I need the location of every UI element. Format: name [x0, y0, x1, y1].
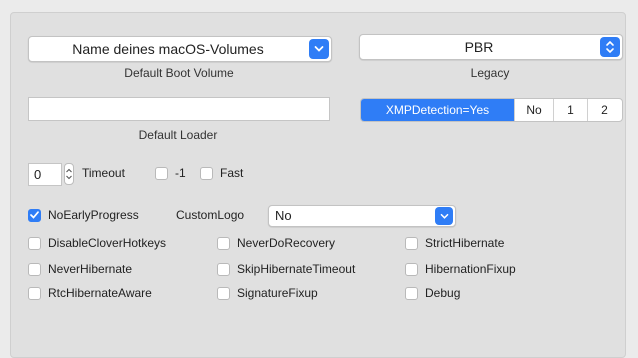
disable-clover-hotkeys-label: DisableCloverHotkeys	[48, 236, 167, 250]
signature-fixup-label: SignatureFixup	[237, 286, 318, 300]
strict-hibernate-checkbox[interactable]: StrictHibernate	[405, 236, 504, 250]
custom-logo-label: CustomLogo	[176, 208, 245, 222]
skip-hibernate-timeout-label: SkipHibernateTimeout	[237, 262, 356, 276]
checkbox-box	[28, 262, 41, 276]
custom-logo-popup[interactable]: No	[268, 205, 456, 227]
legacy-value: PBR	[464, 39, 494, 55]
chevron-down-icon	[435, 207, 453, 225]
timeout-fast-label: Fast	[220, 166, 244, 180]
checkbox-box	[405, 286, 418, 300]
timeout-field[interactable]: 0	[28, 163, 62, 186]
default-loader-caption: Default Loader	[138, 128, 218, 142]
default-loader-field[interactable]	[28, 97, 330, 121]
timeout-label: Timeout	[82, 166, 125, 180]
never-hibernate-label: NeverHibernate	[48, 262, 133, 276]
never-do-recovery-label: NeverDoRecovery	[237, 236, 336, 250]
checkbox-box	[155, 166, 168, 180]
default-boot-volume-popup[interactable]: Name deines macOS-Volumes	[28, 36, 332, 62]
legacy-popup[interactable]: PBR	[359, 34, 623, 60]
never-do-recovery-checkbox[interactable]: NeverDoRecovery	[217, 236, 335, 250]
timeout-minus-one-label: -1	[175, 166, 186, 180]
checkbox-box	[28, 236, 41, 250]
checkbox-box	[217, 236, 230, 250]
boot-settings-panel	[10, 12, 626, 358]
xmp-segment-1[interactable]: 1	[553, 99, 587, 121]
timeout-stepper[interactable]	[64, 163, 74, 185]
signature-fixup-checkbox[interactable]: SignatureFixup	[217, 286, 318, 300]
skip-hibernate-timeout-checkbox[interactable]: SkipHibernateTimeout	[217, 262, 355, 276]
xmp-segment-yes[interactable]: XMPDetection=Yes	[361, 99, 514, 121]
chevron-updown-icon	[66, 168, 72, 180]
checkbox-box	[405, 262, 418, 276]
timeout-minus-one-checkbox[interactable]: -1	[155, 166, 186, 180]
checkbox-box	[28, 286, 41, 300]
xmp-detection-segmented-control: XMPDetection=Yes No 1 2	[360, 98, 623, 122]
no-early-progress-checkbox[interactable]: NoEarlyProgress	[28, 208, 139, 222]
chevron-updown-icon	[600, 37, 620, 57]
debug-label: Debug	[425, 286, 461, 300]
rtc-hibernate-aware-label: RtcHibernateAware	[48, 286, 152, 300]
never-hibernate-checkbox[interactable]: NeverHibernate	[28, 262, 132, 276]
xmp-segment-2[interactable]: 2	[587, 99, 621, 121]
checkmark-icon	[28, 208, 41, 222]
xmp-segment-no[interactable]: No	[514, 99, 553, 121]
legacy-caption: Legacy	[470, 66, 510, 80]
default-boot-volume-caption: Default Boot Volume	[124, 66, 234, 80]
disable-clover-hotkeys-checkbox[interactable]: DisableCloverHotkeys	[28, 236, 166, 250]
checkbox-box	[405, 236, 418, 250]
timeout-fast-checkbox[interactable]: Fast	[200, 166, 243, 180]
default-boot-volume-value: Name deines macOS-Volumes	[72, 41, 264, 57]
debug-checkbox[interactable]: Debug	[405, 286, 460, 300]
no-early-progress-label: NoEarlyProgress	[48, 208, 139, 222]
rtc-hibernate-aware-checkbox[interactable]: RtcHibernateAware	[28, 286, 152, 300]
hibernation-fixup-label: HibernationFixup	[425, 262, 516, 276]
chevron-down-icon	[309, 39, 329, 59]
custom-logo-value: No	[275, 208, 292, 223]
hibernation-fixup-checkbox[interactable]: HibernationFixup	[405, 262, 516, 276]
checkbox-box	[217, 262, 230, 276]
checkbox-box	[200, 166, 213, 180]
checkbox-box	[217, 286, 230, 300]
strict-hibernate-label: StrictHibernate	[425, 236, 505, 250]
